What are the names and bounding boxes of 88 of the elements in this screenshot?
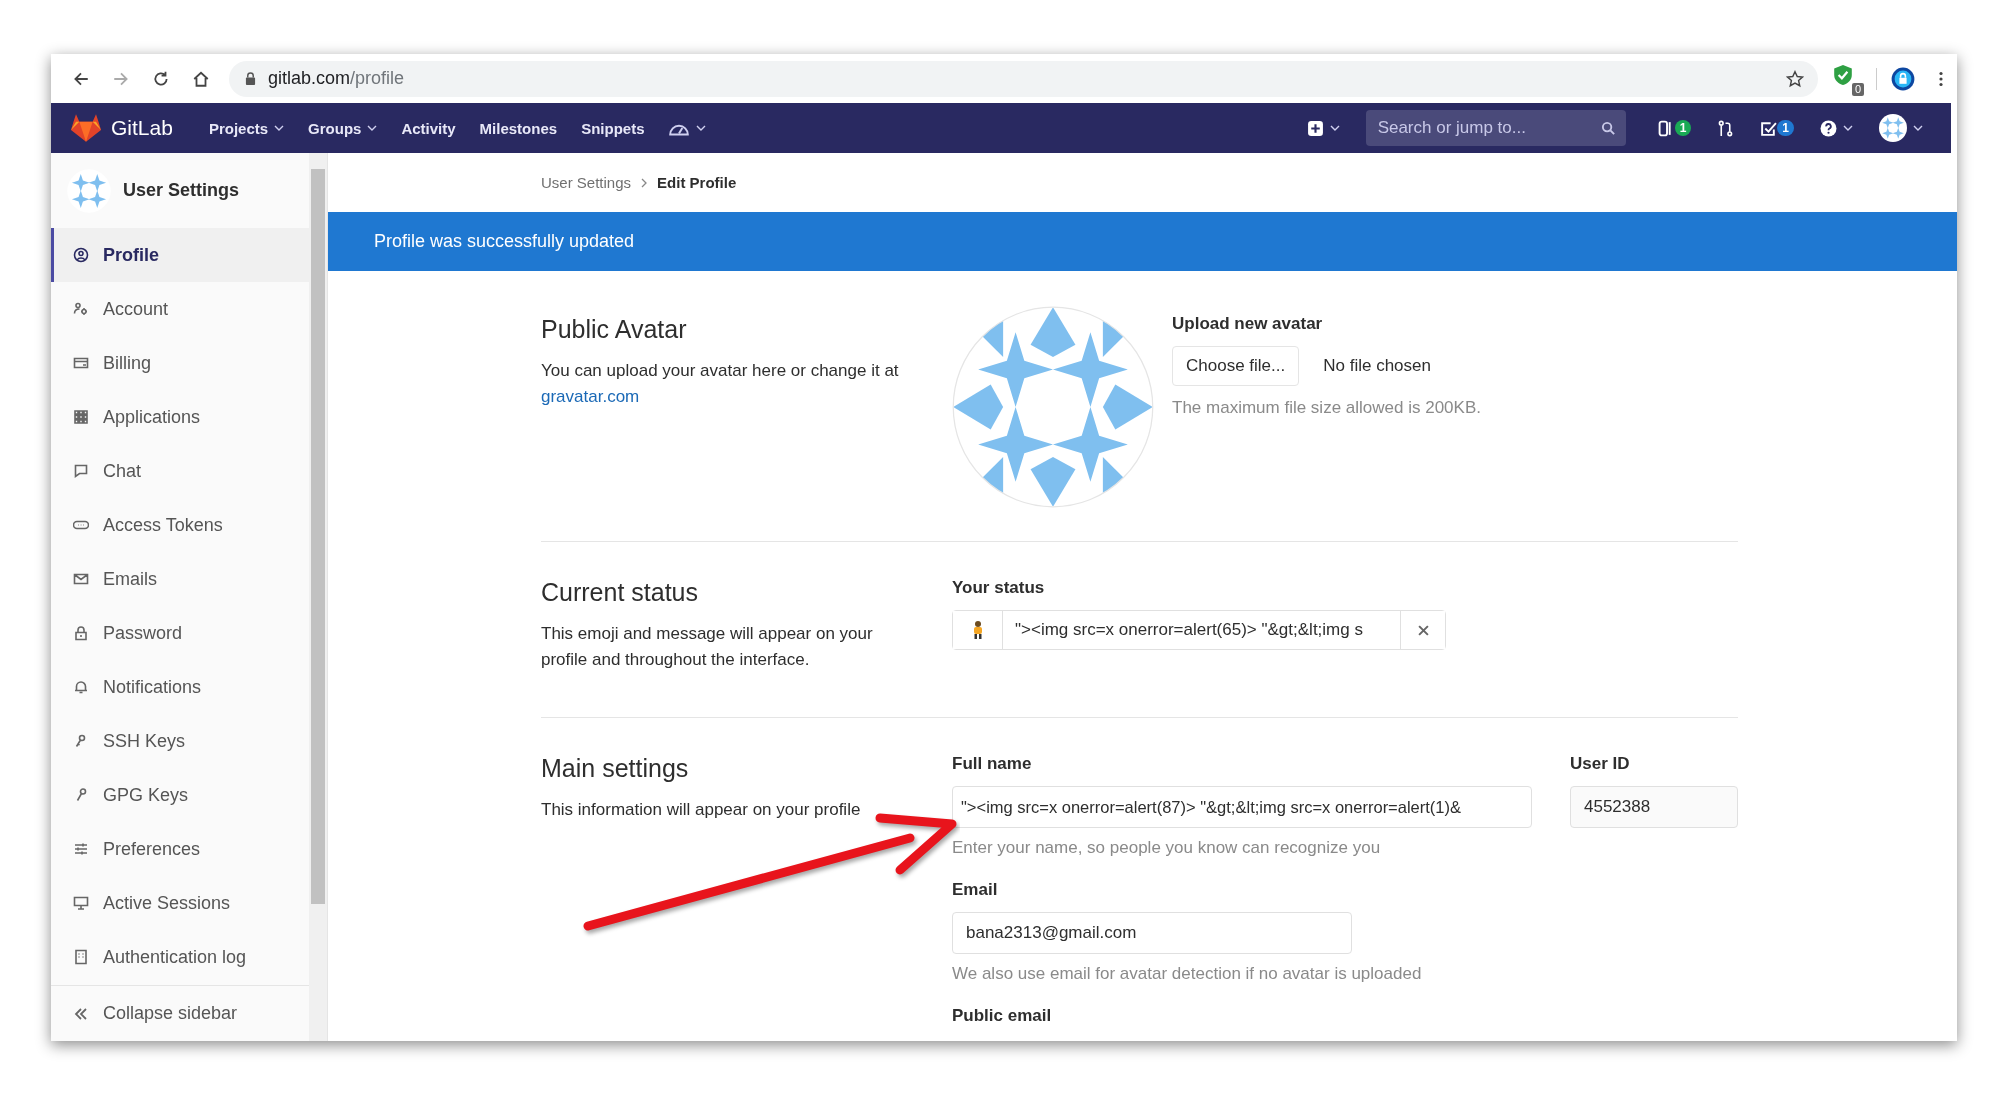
- flash-message: Profile was successfully updated: [374, 231, 635, 252]
- breadcrumb-current: Edit Profile: [657, 174, 737, 191]
- field-label: User ID: [1570, 754, 1631, 774]
- gravatar-link[interactable]: gravatar.com: [541, 387, 640, 406]
- caret-icon: [696, 125, 707, 131]
- caret-icon: [1843, 125, 1853, 131]
- breadcrumb-link[interactable]: User Settings: [541, 174, 632, 191]
- help-icon: [1820, 119, 1837, 137]
- field-label: Full name: [952, 754, 1033, 774]
- merge-request-icon: [1717, 119, 1735, 137]
- section-description: You can upload your avatar here or change it at gravatar.com: [541, 360, 900, 408]
- shield-check-icon[interactable]: [1832, 63, 1854, 86]
- field-hint: We also use email for avatar detection if no avatar is uploaded: [952, 964, 1423, 984]
- sidebar-item-icon: [73, 409, 89, 425]
- sidebar-item[interactable]: Authentication log: [51, 930, 309, 984]
- double-chevron-left-icon: [73, 1005, 89, 1022]
- chevron-right-icon: [641, 177, 648, 188]
- extension-badge: 0: [1851, 82, 1864, 96]
- nav-menu-item[interactable]: Milestones: [471, 113, 566, 143]
- nav-menu-item[interactable]: Groups: [300, 113, 386, 143]
- email-field[interactable]: bana2313@gmail.com: [952, 912, 1352, 954]
- sidebar-item[interactable]: GPG Keys: [51, 768, 309, 822]
- sidebar-item-icon: [73, 463, 89, 479]
- todos-count: 1: [1777, 120, 1794, 136]
- field-label: Upload new avatar: [1172, 314, 1324, 334]
- nav-menu-item[interactable]: Activity: [393, 113, 464, 143]
- field-hint: The maximum file size allowed is 200KB.: [1172, 398, 1481, 418]
- search-field[interactable]: Search or jump to...: [1375, 117, 1601, 139]
- sidebar-item[interactable]: Billing: [51, 336, 309, 390]
- sidebar-item[interactable]: Preferences: [51, 822, 309, 876]
- search-icon: [1600, 120, 1616, 136]
- sidebar-item[interactable]: Active Sessions: [51, 876, 309, 930]
- close-icon: [1417, 624, 1429, 636]
- url-text: gitlab.com/profile: [268, 68, 406, 89]
- checkbox-icon: [1760, 119, 1778, 137]
- sidebar-item-icon: [73, 247, 89, 263]
- sidebar-item-icon: [73, 949, 89, 965]
- section-description: This emoji and message will appear on your profile and throughout the interface.: [541, 623, 874, 671]
- nav-menu-item[interactable]: Projects: [200, 113, 293, 143]
- status-field[interactable]: "><img src=x onerror=alert(65)> "&gt;&lt;img s: [952, 610, 1446, 650]
- field-label: Email: [952, 880, 999, 900]
- scrollbar[interactable]: [309, 153, 327, 1041]
- sidebar-item-icon: [73, 571, 89, 587]
- brand-name[interactable]: GitLab: [111, 116, 173, 140]
- sidebar-item-icon: [73, 301, 89, 317]
- field-hint: Enter your name, so people you know can recognize you: [952, 838, 1382, 858]
- bookmark-star-icon[interactable]: [1786, 69, 1804, 88]
- sidebar-item-icon: [73, 355, 89, 371]
- avatar-icon: [1879, 114, 1907, 142]
- sidebar-item-icon: [73, 625, 89, 641]
- choose-file-button[interactable]: Choose file...: [1172, 346, 1300, 386]
- home-icon[interactable]: [192, 69, 210, 88]
- sidebar-item[interactable]: Chat: [51, 444, 309, 498]
- sidebar-item[interactable]: Password: [51, 606, 309, 660]
- sidebar-item[interactable]: Notifications: [51, 660, 309, 714]
- section-title: Public Avatar: [541, 315, 688, 344]
- lock-icon: [245, 72, 256, 85]
- sidebar-item[interactable]: Applications: [51, 390, 309, 444]
- emoji-button[interactable]: [953, 611, 1003, 649]
- user-id-field[interactable]: 4552388: [1570, 786, 1738, 828]
- sidebar-item[interactable]: Profile: [51, 228, 309, 282]
- sidebar-item[interactable]: Account: [51, 282, 309, 336]
- menu-icon[interactable]: [1939, 70, 1943, 87]
- caret-icon: [1329, 125, 1340, 131]
- file-status: No file chosen: [1323, 356, 1431, 376]
- sidebar-item[interactable]: Access Tokens: [51, 498, 309, 552]
- full-name-field[interactable]: "><img src=x onerror=alert(87)> "&gt;&lt;img src=x onerror=alert(1)&: [952, 786, 1532, 828]
- section-title: Current status: [541, 578, 699, 607]
- tanuki-logo-icon[interactable]: [71, 114, 101, 142]
- sidebar-item[interactable]: Emails: [51, 552, 309, 606]
- section-description: This information will appear on your profile: [541, 799, 862, 821]
- nav-menu-item[interactable]: Snippets: [573, 113, 653, 143]
- sidebar-item-icon: [73, 841, 89, 857]
- address-bar[interactable]: gitlab.com/profile: [229, 60, 1818, 97]
- sidebar-item[interactable]: SSH Keys: [51, 714, 309, 768]
- field-label: Your status: [952, 578, 1046, 598]
- todos-button[interactable]: 1: [1752, 113, 1802, 143]
- issues-count: 1: [1674, 120, 1692, 136]
- reload-icon[interactable]: [152, 69, 170, 88]
- sidebar-item-icon: [73, 679, 89, 695]
- sidebar-title: User Settings: [123, 180, 240, 201]
- plus-square-icon: [1306, 119, 1324, 137]
- field-label: Public email: [952, 1006, 1053, 1026]
- caret-icon: [1913, 125, 1923, 131]
- search-box[interactable]: Search or jump to...: [1365, 110, 1626, 146]
- sidebar-item-icon: [73, 895, 89, 911]
- lock-globe-icon[interactable]: [1891, 66, 1915, 91]
- section-title: Main settings: [541, 754, 690, 783]
